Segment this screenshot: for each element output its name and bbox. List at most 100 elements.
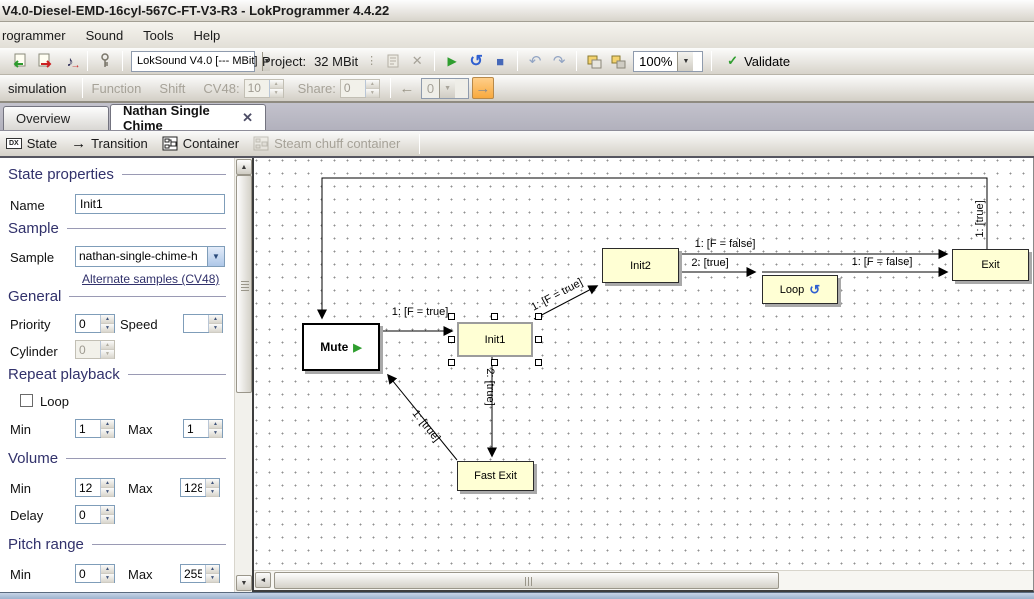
speed-input[interactable] (184, 315, 208, 332)
resize-handle-se[interactable] (535, 359, 542, 366)
state-node-loop[interactable]: Loop ↺ (762, 275, 838, 304)
volume-max-input[interactable] (181, 479, 205, 496)
resize-handle-e[interactable] (535, 336, 542, 343)
step-forward-button[interactable]: → (472, 77, 494, 99)
spin-buttons[interactable]: ▲▼ (100, 479, 114, 496)
tab-overview[interactable]: Overview (3, 106, 109, 130)
spin-down-icon[interactable]: ▼ (101, 515, 114, 524)
spin-up-icon[interactable]: ▲ (101, 341, 114, 350)
spin-up-icon[interactable]: ▲ (209, 315, 222, 324)
menu-sound[interactable]: Sound (76, 24, 134, 47)
chevron-down-icon[interactable]: ▼ (207, 247, 224, 266)
resize-handle-n[interactable] (491, 313, 498, 320)
state-node-exit[interactable]: Exit (952, 249, 1029, 281)
repeat-max-input[interactable] (184, 420, 208, 437)
volume-min-stepper[interactable]: ▲▼ (75, 478, 115, 497)
cylinder-input[interactable] (76, 341, 100, 358)
share-spin-buttons[interactable]: ▲▼ (365, 80, 379, 97)
spin-up-icon[interactable]: ▲ (209, 420, 222, 429)
cv48-input[interactable] (245, 80, 269, 97)
repeat-min-input[interactable] (76, 420, 100, 437)
undo-button[interactable]: ↶ (524, 50, 546, 72)
write-project-button[interactable] (33, 50, 57, 72)
spin-up-icon[interactable]: ▲ (101, 565, 114, 574)
spin-down-icon[interactable]: ▼ (209, 429, 222, 438)
state-node-mute[interactable]: Mute ▶ (302, 323, 380, 371)
spin-down-icon[interactable]: ▼ (101, 488, 114, 497)
redo-button[interactable]: ↷ (548, 50, 570, 72)
spin-up-icon[interactable]: ▲ (101, 420, 114, 429)
spin-buttons[interactable]: ▲▼ (208, 315, 222, 332)
spin-down-icon[interactable]: ▼ (101, 574, 114, 583)
state-node-fast-exit[interactable]: Fast Exit (457, 461, 534, 491)
play-button[interactable]: ▶ (441, 50, 463, 72)
scrollbar-thumb[interactable] (274, 572, 779, 589)
sample-select[interactable]: nathan-single-chime-h ▼ (75, 246, 225, 267)
menu-tools[interactable]: Tools (133, 24, 183, 47)
add-state-tool[interactable]: DX State (6, 136, 57, 151)
cv48-spin-buttons[interactable]: ▲▼ (269, 80, 283, 97)
scroll-down-icon[interactable]: ▼ (236, 575, 252, 591)
spin-up-icon[interactable]: ▲ (206, 565, 219, 574)
sound-flow-canvas[interactable]: 1: [true] 1: [F = true] 1: [F = true] 1:… (252, 158, 1034, 592)
priority-input[interactable] (76, 315, 100, 332)
spin-up-icon[interactable]: ▲ (101, 506, 114, 515)
spin-up-icon[interactable]: ▲ (366, 80, 379, 89)
spin-buttons[interactable]: ▲▼ (100, 315, 114, 332)
state-node-init1-selected[interactable]: Init1 (457, 322, 533, 357)
zoom-select[interactable]: 100% ▼ (633, 51, 703, 72)
decoder-type-select[interactable]: LokSound V4.0 [--- MBit] ▼ (131, 51, 255, 72)
pitch-max-stepper[interactable]: ▲▼ (180, 564, 220, 583)
resize-handle-ne[interactable] (535, 313, 542, 320)
repeat-max-stepper[interactable]: ▲▼ (183, 419, 223, 438)
volume-min-input[interactable] (76, 479, 100, 496)
spin-buttons[interactable]: ▲▼ (205, 565, 219, 582)
spin-down-icon[interactable]: ▼ (209, 324, 222, 333)
spin-down-icon[interactable]: ▼ (366, 89, 379, 98)
delay-input[interactable] (76, 506, 100, 523)
open-project-button[interactable] (7, 50, 31, 72)
resize-handle-nw[interactable] (448, 313, 455, 320)
spin-up-icon[interactable]: ▲ (101, 315, 114, 324)
validate-button[interactable]: ✓ Validate (718, 50, 799, 72)
step-back-button[interactable]: ← (396, 77, 418, 99)
name-field[interactable] (75, 194, 225, 214)
tab-nathan-single-chime[interactable]: Nathan Single Chime ✕ (110, 104, 266, 130)
spin-buttons[interactable]: ▲▼ (100, 506, 114, 523)
spin-down-icon[interactable]: ▼ (101, 350, 114, 359)
properties-scrollbar[interactable]: ▲ ▼ (234, 158, 252, 592)
spin-up-icon[interactable]: ▲ (206, 479, 219, 488)
delay-stepper[interactable]: ▲▼ (75, 505, 115, 524)
chevron-down-icon[interactable]: ▼ (439, 79, 455, 98)
spin-down-icon[interactable]: ▼ (206, 574, 219, 583)
share-input[interactable] (341, 80, 365, 97)
share-stepper[interactable]: ▲▼ (340, 79, 380, 98)
write-sound-button[interactable]: ♪→ (59, 50, 81, 72)
chevron-down-icon[interactable]: ▼ (677, 52, 693, 71)
repeat-min-stepper[interactable]: ▲▼ (75, 419, 115, 438)
cancel-disabled-button[interactable]: ✕ (406, 50, 428, 72)
step-select[interactable]: 0 ▼ (421, 78, 469, 99)
pitch-max-input[interactable] (181, 565, 205, 582)
scroll-up-icon[interactable]: ▲ (236, 159, 252, 175)
volume-max-stepper[interactable]: ▲▼ (180, 478, 220, 497)
scroll-left-icon[interactable]: ◄ (255, 572, 271, 588)
speed-stepper[interactable]: ▲▼ (183, 314, 223, 333)
spin-down-icon[interactable]: ▼ (206, 488, 219, 497)
spin-buttons[interactable]: ▲▼ (100, 341, 114, 358)
spin-down-icon[interactable]: ▼ (270, 89, 283, 98)
stop-button[interactable]: ■ (489, 50, 511, 72)
spin-buttons[interactable]: ▲▼ (208, 420, 222, 437)
refresh-button[interactable]: ↺ (465, 50, 487, 72)
spin-down-icon[interactable]: ▼ (101, 429, 114, 438)
simulation-button[interactable]: simulation (8, 81, 67, 96)
canvas-hscrollbar[interactable]: ◄ (254, 570, 1033, 590)
spin-buttons[interactable]: ▲▼ (205, 479, 219, 496)
cylinder-stepper[interactable]: ▲▼ (75, 340, 115, 359)
cv48-stepper[interactable]: ▲▼ (244, 79, 284, 98)
tile-windows-button[interactable] (607, 50, 629, 72)
pitch-min-input[interactable] (76, 565, 100, 582)
add-steam-chuff-container-tool[interactable]: Steam chuff container (253, 136, 400, 151)
close-tab-icon[interactable]: ✕ (232, 110, 253, 126)
state-node-init2[interactable]: Init2 (602, 248, 679, 283)
